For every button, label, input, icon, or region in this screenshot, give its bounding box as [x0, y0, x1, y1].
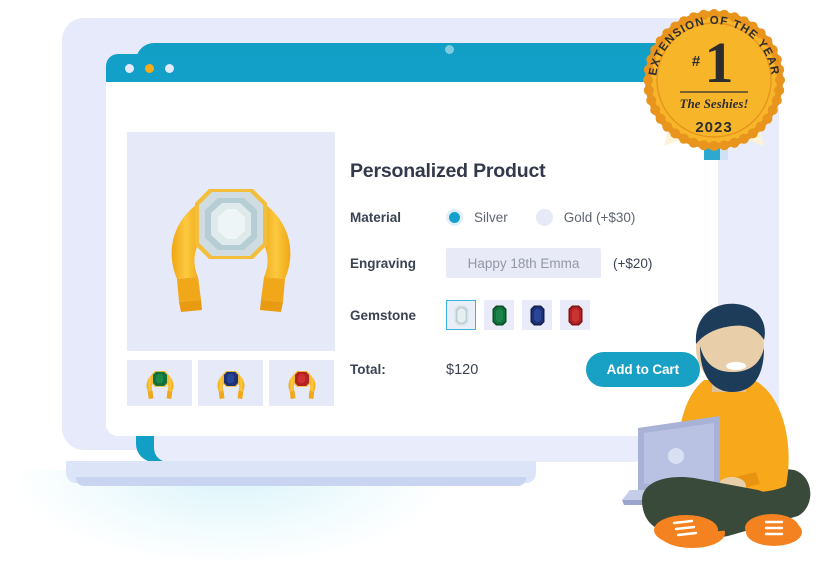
engraving-surcharge: (+$20)	[613, 255, 653, 271]
bracelet-emerald-svg	[146, 370, 173, 399]
gem-sapphire-icon	[530, 305, 544, 325]
engraving-input[interactable]	[446, 254, 601, 272]
browser-titlebar	[106, 54, 718, 82]
award-hash: #	[692, 53, 701, 70]
gem-ruby-icon	[568, 305, 582, 325]
gem-diamond-icon	[454, 305, 468, 325]
radio-silver-icon[interactable]	[446, 209, 463, 226]
gem-emerald-icon	[492, 305, 506, 325]
gemstone-label: Gemstone	[350, 307, 417, 323]
window-dot-close-icon[interactable]	[125, 63, 134, 73]
award-brand: The Seshies!	[680, 96, 749, 111]
material-label: Material	[350, 210, 402, 225]
product-hero-image[interactable]	[127, 132, 335, 351]
gemstone-swatch-diamond[interactable]	[446, 300, 476, 330]
material-option-silver-label: Silver	[474, 210, 508, 225]
thumbnail-ruby[interactable]	[269, 360, 334, 406]
webcam-icon	[445, 45, 454, 54]
thumbnail-emerald[interactable]	[127, 360, 192, 406]
thumbnail-sapphire[interactable]	[198, 360, 263, 406]
gemstone-swatch-emerald[interactable]	[484, 300, 514, 330]
gemstone-swatch-sapphire[interactable]	[522, 300, 552, 330]
bracelet-ruby-svg	[288, 370, 315, 399]
total-label: Total:	[350, 362, 386, 377]
award-year: 2023	[695, 119, 732, 136]
product-gallery	[127, 132, 335, 406]
material-option-gold-label: Gold (+$30)	[563, 210, 636, 225]
window-dot-minimize-icon[interactable]	[145, 63, 154, 73]
bracelet-sapphire-svg	[217, 370, 244, 399]
material-option-silver[interactable]: Silver	[446, 209, 508, 226]
engraving-input-wrapper[interactable]	[446, 248, 601, 278]
person-svg	[622, 303, 811, 548]
laptop-base-shadow	[76, 477, 526, 486]
gemstone-swatch-group	[446, 300, 590, 330]
page-title: Personalized Product	[350, 160, 546, 182]
window-dot-maximize-icon[interactable]	[165, 63, 174, 73]
material-option-gold[interactable]: Gold (+$30)	[535, 209, 636, 226]
gemstone-swatch-ruby[interactable]	[560, 300, 590, 330]
material-row: Material Silver Gold (+$30)	[350, 209, 700, 226]
thumbnail-strip	[127, 360, 335, 406]
award-badge: EXTENSION OF THE YEAR # 1 The Seshies! 2…	[634, 0, 794, 160]
person-with-laptop-illustration	[608, 300, 820, 561]
award-rank: 1	[705, 30, 734, 95]
engraving-label: Engraving	[350, 255, 417, 271]
engraving-row: Engraving (+$20)	[350, 248, 700, 278]
bracelet-diamond-svg	[171, 188, 291, 312]
radio-gold-icon[interactable]	[535, 209, 553, 226]
award-badge-svg: EXTENSION OF THE YEAR # 1 The Seshies! 2…	[643, 9, 785, 160]
material-radio-group: Silver Gold (+$30)	[446, 209, 635, 226]
total-value: $120	[446, 361, 479, 378]
